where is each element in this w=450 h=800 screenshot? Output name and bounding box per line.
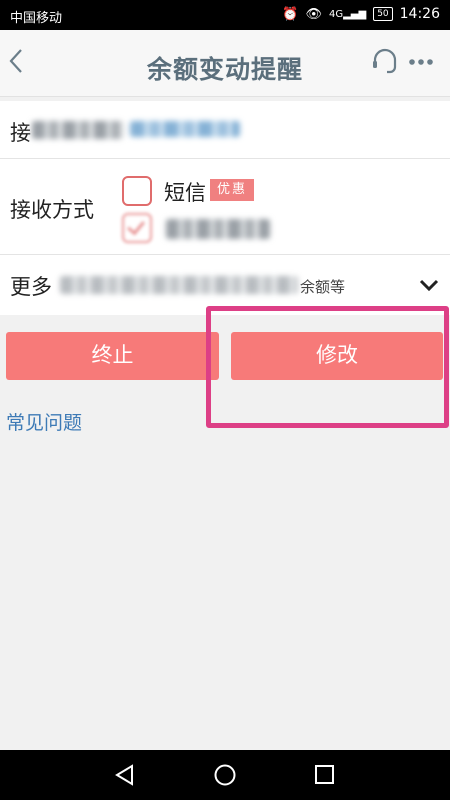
- method-label: 接收方式: [10, 198, 94, 222]
- more-row[interactable]: 更多 余额等: [0, 255, 450, 315]
- modify-button[interactable]: 修改: [231, 332, 443, 380]
- sms-option-label: 短信: [164, 181, 206, 205]
- receiver-label: 接: [10, 121, 31, 145]
- nav-home-icon[interactable]: [213, 763, 237, 787]
- second-method-checkbox[interactable]: [122, 213, 152, 243]
- more-visible-tail: 余额等: [300, 278, 346, 296]
- carrier-label: 中国移动: [10, 11, 63, 26]
- reminder-form: 接 接收方式 短信 优惠 更多 余额等: [0, 101, 450, 315]
- chevron-down-icon[interactable]: [418, 278, 440, 292]
- nav-recents-icon[interactable]: [314, 764, 335, 785]
- receiver-blurred-text: [32, 121, 124, 139]
- stop-button[interactable]: 终止: [6, 332, 219, 380]
- more-blurred-text: [60, 276, 298, 294]
- receiver-blurred-value: [130, 121, 240, 137]
- alarm-icon: ⏰: [282, 6, 299, 22]
- eye-icon: 👁: [305, 6, 322, 22]
- more-label: 更多: [10, 275, 52, 299]
- method-row: 接收方式 短信 优惠: [0, 159, 450, 255]
- status-icons: ⏰ 👁 4G▂▄▆ 50 14:26: [282, 6, 440, 22]
- promo-badge: 优惠: [210, 179, 255, 201]
- battery-level: 50: [377, 9, 389, 19]
- checkmark-icon: [127, 216, 145, 236]
- nav-back-icon[interactable]: [114, 764, 136, 786]
- signal-icon: 4G▂▄▆: [328, 8, 367, 20]
- receiver-row[interactable]: 接: [0, 101, 450, 159]
- network-label: 4G: [328, 8, 344, 20]
- faq-link[interactable]: 常见问题: [6, 408, 82, 435]
- clock: 14:26: [399, 6, 440, 22]
- screen: 中国移动 ⏰ 👁 4G▂▄▆ 50 14:26 余额变动提醒 接 接收方式 短信…: [0, 0, 450, 800]
- more-icon[interactable]: [408, 58, 434, 66]
- status-bar: 中国移动 ⏰ 👁 4G▂▄▆ 50 14:26: [0, 0, 450, 30]
- app-header: 余额变动提醒: [0, 30, 450, 97]
- system-nav-bar: [0, 750, 450, 800]
- headset-icon[interactable]: [372, 48, 398, 76]
- sms-checkbox[interactable]: [122, 176, 152, 206]
- battery-icon: 50: [373, 7, 393, 21]
- second-method-blurred-label: [166, 219, 270, 239]
